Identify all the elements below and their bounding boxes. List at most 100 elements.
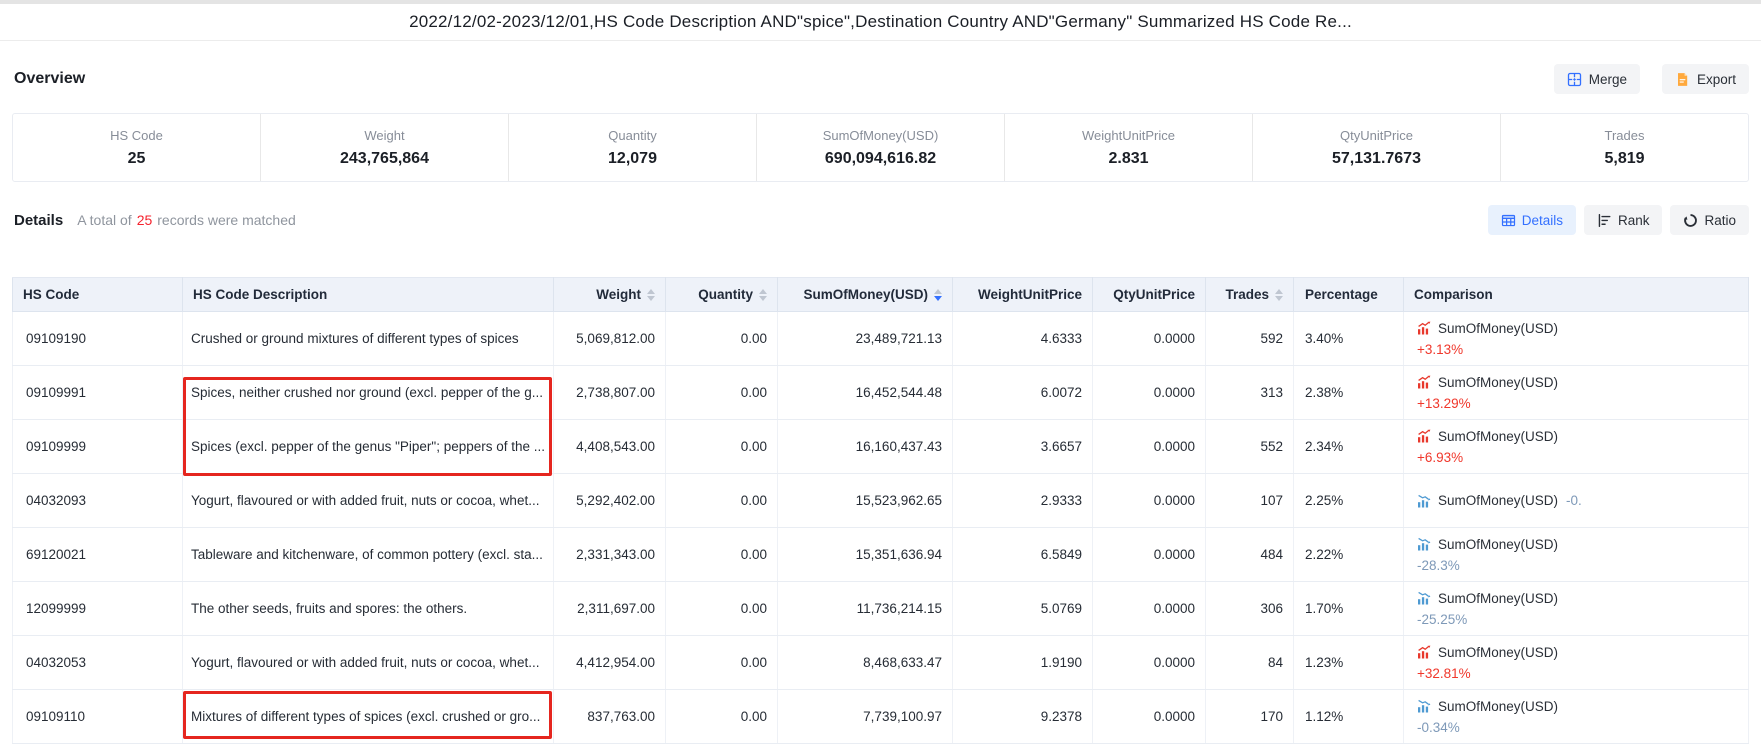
comparison-change-value: -0. bbox=[1566, 492, 1582, 510]
comparison-metric-label: SumOfMoney(USD) bbox=[1438, 645, 1558, 660]
records-count: 25 bbox=[137, 212, 153, 228]
cell-weight: 2,331,343.00 bbox=[554, 528, 666, 582]
sort-asc-caret-icon[interactable] bbox=[647, 289, 655, 294]
column-header-weight[interactable]: Weight bbox=[554, 278, 666, 312]
comparison-change-value: -28.3% bbox=[1417, 557, 1738, 575]
trend-up-chart-icon bbox=[1417, 429, 1432, 443]
comparison-change-value: +13.29% bbox=[1417, 395, 1738, 413]
comparison-metric-label: SumOfMoney(USD) bbox=[1438, 429, 1558, 444]
sort-asc-caret-icon[interactable] bbox=[1275, 289, 1283, 294]
cell-quantity: 0.00 bbox=[666, 582, 778, 636]
cell-comparison: SumOfMoney(USD)+3.13% bbox=[1404, 312, 1749, 366]
tab-rank[interactable]: Rank bbox=[1584, 205, 1663, 235]
column-header-trades[interactable]: Trades bbox=[1206, 278, 1294, 312]
cell-qty_unit_price: 0.0000 bbox=[1093, 582, 1206, 636]
hs-code-records-table: HS Code HS Code Description WeightQuantity… bbox=[12, 277, 1749, 744]
cell-comparison: SumOfMoney(USD) +13.29% bbox=[1404, 366, 1749, 420]
cell-sum_of_money: 15,351,636.94 bbox=[778, 528, 953, 582]
sort-carets-sum_of_money[interactable] bbox=[934, 289, 942, 301]
cell-comparison: SumOfMoney(USD)-0. bbox=[1404, 474, 1749, 528]
tab-details[interactable]: Details bbox=[1488, 205, 1576, 235]
sort-carets-trades[interactable] bbox=[1275, 289, 1283, 301]
cell-percentage: 2.22% bbox=[1294, 528, 1404, 582]
column-header-comparison: Comparison bbox=[1404, 278, 1749, 312]
stat-label: Quantity bbox=[509, 128, 756, 143]
details-heading: Details bbox=[14, 212, 63, 229]
comparison-metric-label: SumOfMoney(USD) bbox=[1438, 375, 1558, 390]
stat-label: Weight bbox=[261, 128, 508, 143]
cell-hs_code: 69120021 bbox=[13, 528, 183, 582]
cell-quantity: 0.00 bbox=[666, 528, 778, 582]
sort-desc-caret-icon[interactable] bbox=[1275, 296, 1283, 301]
details-table: HS Code HS Code Description WeightQuantity… bbox=[12, 277, 1749, 744]
column-header-percentage: Percentage bbox=[1294, 278, 1404, 312]
sort-carets-weight[interactable] bbox=[647, 289, 655, 301]
overview-stats-card: HS Code25Weight243,765,864Quantity12,079… bbox=[12, 113, 1749, 182]
cell-hs_code: 09109110 bbox=[13, 690, 183, 744]
cell-hs_code: 04032053 bbox=[13, 636, 183, 690]
column-label: Trades bbox=[1225, 287, 1269, 302]
details-section-header: Details A total of25records were matched… bbox=[14, 205, 1749, 235]
cell-comparison: SumOfMoney(USD) +6.93% bbox=[1404, 420, 1749, 474]
cell-percentage: 1.23% bbox=[1294, 636, 1404, 690]
comparison-metric-label: SumOfMoney(USD) bbox=[1438, 699, 1558, 714]
column-header-hs_code: HS Code bbox=[13, 278, 183, 312]
cell-percentage: 1.12% bbox=[1294, 690, 1404, 744]
sort-asc-caret-icon[interactable] bbox=[934, 289, 942, 294]
comparison-change-value: +3.13% bbox=[1417, 341, 1738, 359]
ratio-pie-icon bbox=[1683, 213, 1698, 228]
stat-value: 690,094,616.82 bbox=[757, 150, 1004, 168]
cell-sum_of_money: 11,736,214.15 bbox=[778, 582, 953, 636]
stat-quantity: Quantity12,079 bbox=[509, 114, 757, 181]
stat-label: Trades bbox=[1501, 128, 1748, 143]
column-label: QtyUnitPrice bbox=[1113, 287, 1195, 302]
merge-button[interactable]: Merge bbox=[1554, 64, 1640, 94]
cell-comparison: SumOfMoney(USD)-0.34% bbox=[1404, 690, 1749, 744]
stat-value: 2.831 bbox=[1005, 150, 1252, 168]
cell-description: Spices, neither crushed nor ground (excl… bbox=[183, 366, 554, 420]
cell-description: The other seeds, fruits and spores: the … bbox=[183, 582, 554, 636]
comparison-change-value: +6.93% bbox=[1417, 449, 1738, 467]
cell-description: Yogurt, flavoured or with added fruit, n… bbox=[183, 474, 554, 528]
cell-weight_unit_price: 9.2378 bbox=[953, 690, 1093, 744]
trend-up-chart-icon bbox=[1417, 645, 1432, 659]
stat-value: 25 bbox=[13, 150, 260, 168]
cell-sum_of_money: 23,489,721.13 bbox=[778, 312, 953, 366]
stat-label: SumOfMoney(USD) bbox=[757, 128, 1004, 143]
sort-desc-caret-icon[interactable] bbox=[934, 296, 942, 301]
export-icon bbox=[1675, 72, 1690, 87]
comparison-change-value: +32.81% bbox=[1417, 665, 1738, 683]
sort-desc-caret-icon[interactable] bbox=[647, 296, 655, 301]
table-row-09109190: 09109190Crushed or ground mixtures of di… bbox=[13, 312, 1749, 366]
tab-ratio[interactable]: Ratio bbox=[1670, 205, 1749, 235]
cell-quantity: 0.00 bbox=[666, 636, 778, 690]
cell-weight: 5,292,402.00 bbox=[554, 474, 666, 528]
cell-quantity: 0.00 bbox=[666, 474, 778, 528]
sort-desc-caret-icon[interactable] bbox=[759, 296, 767, 301]
cell-percentage: 3.40% bbox=[1294, 312, 1404, 366]
cell-trades: 592 bbox=[1206, 312, 1294, 366]
merge-button-label: Merge bbox=[1589, 72, 1627, 87]
tab-label: Details bbox=[1522, 213, 1563, 228]
details-table-icon bbox=[1501, 213, 1516, 228]
sort-asc-caret-icon[interactable] bbox=[759, 289, 767, 294]
table-row-12099999: 12099999The other seeds, fruits and spor… bbox=[13, 582, 1749, 636]
export-button[interactable]: Export bbox=[1662, 64, 1749, 94]
cell-description: Crushed or ground mixtures of different … bbox=[183, 312, 554, 366]
column-label: HS Code Description bbox=[193, 287, 327, 302]
table-row-09109999: 09109999Spices (excl. pepper of the genu… bbox=[13, 420, 1749, 474]
sort-carets-quantity[interactable] bbox=[759, 289, 767, 301]
cell-comparison: SumOfMoney(USD)-28.3% bbox=[1404, 528, 1749, 582]
column-header-quantity[interactable]: Quantity bbox=[666, 278, 778, 312]
cell-description: Mixtures of different types of spices (e… bbox=[183, 690, 554, 744]
cell-weight: 4,408,543.00 bbox=[554, 420, 666, 474]
cell-qty_unit_price: 0.0000 bbox=[1093, 690, 1206, 744]
column-label: HS Code bbox=[23, 287, 79, 302]
summary-suffix: records were matched bbox=[157, 212, 296, 228]
cell-sum_of_money: 16,160,437.43 bbox=[778, 420, 953, 474]
cell-quantity: 0.00 bbox=[666, 366, 778, 420]
stat-weightunitprice: WeightUnitPrice 2.831 bbox=[1005, 114, 1253, 181]
stat-label: WeightUnitPrice bbox=[1005, 128, 1252, 143]
cell-weight_unit_price: 2.9333 bbox=[953, 474, 1093, 528]
column-header-sum_of_money[interactable]: SumOfMoney(USD) bbox=[778, 278, 953, 312]
